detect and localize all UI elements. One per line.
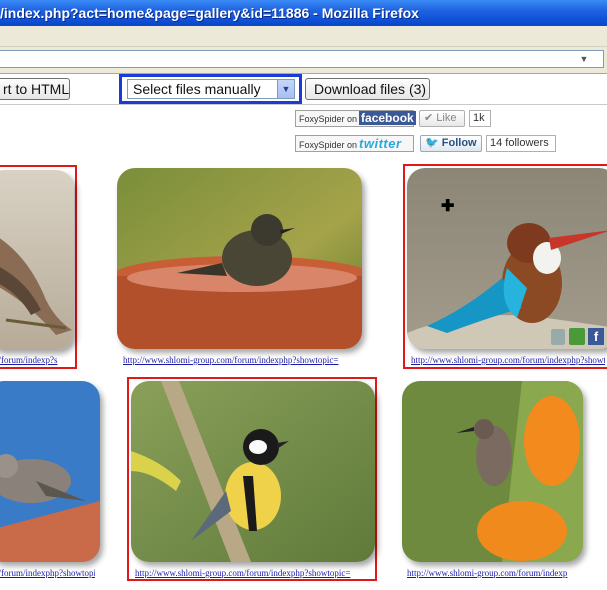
facebook-logo: facebook [359,111,416,125]
gallery-image-sunbird[interactable] [402,381,583,562]
navigation-toolbar: ▼ [0,47,607,74]
image-link[interactable]: http://www.shlomi-group.com/forum/indexp… [135,567,369,579]
download-files-button[interactable]: Download files (3) [305,78,430,100]
gallery-image-dove[interactable] [0,381,100,562]
window-titlebar: /index.php?act=home&page=gallery&id=1188… [0,0,607,26]
export-html-button[interactable]: rt to HTML [0,78,70,100]
select-mode-dropdown[interactable]: Select files manually ▼ [127,79,295,99]
url-field[interactable] [0,50,604,68]
select-mode-highlight: Select files manually ▼ [119,74,302,104]
image-link[interactable]: //forum/indexp?s [0,354,68,366]
url-dropdown-icon[interactable]: ▼ [577,52,591,66]
facebook-badge[interactable]: FoxySpider on facebook [295,110,416,127]
twitter-prefix: FoxySpider on [299,140,358,150]
like-button[interactable]: ✔ Like [419,110,465,127]
facebook-share-icon[interactable]: f [588,328,604,345]
twitter-logo: twitter [359,136,402,151]
gallery-image-kingfisher[interactable] [407,168,607,349]
trash-icon[interactable] [551,329,565,345]
image-link[interactable]: http://www.shlomi-group.com/forum/indexp [407,567,578,579]
thumbs-up-icon: ✔ [424,112,434,124]
download-icon[interactable] [569,328,585,345]
gallery-image-bird-2[interactable] [117,168,362,349]
gallery-image-great-tit[interactable] [131,381,375,562]
followers-count: 14 followers [486,135,556,152]
image-link[interactable]: http://www.shlomi-group.com/forum/indexp… [123,354,357,366]
image-link[interactable]: http://www.shlomi-group.com/forum/indexp… [411,354,605,366]
facebook-prefix: FoxySpider on [299,114,358,124]
select-mode-value: Select files manually [133,81,261,97]
twitter-badge[interactable]: FoxySpider on twitter [295,135,414,152]
image-link[interactable]: //forum/indexphp?showtopic [0,567,95,579]
like-count: 1k [469,110,491,127]
follow-label: Follow [441,137,477,149]
chevron-down-icon[interactable]: ▼ [277,80,294,98]
window-title: /index.php?act=home&page=gallery&id=1188… [0,5,419,21]
bird-icon: 🐦 [425,137,439,149]
like-label: Like [436,112,457,124]
plus-cursor-icon: ✚ [441,198,455,215]
menu-bar [0,26,607,47]
follow-button[interactable]: 🐦 Follow [420,135,482,152]
gallery-image-bird-1[interactable] [0,170,74,350]
foxyspider-toolbar [0,74,607,105]
